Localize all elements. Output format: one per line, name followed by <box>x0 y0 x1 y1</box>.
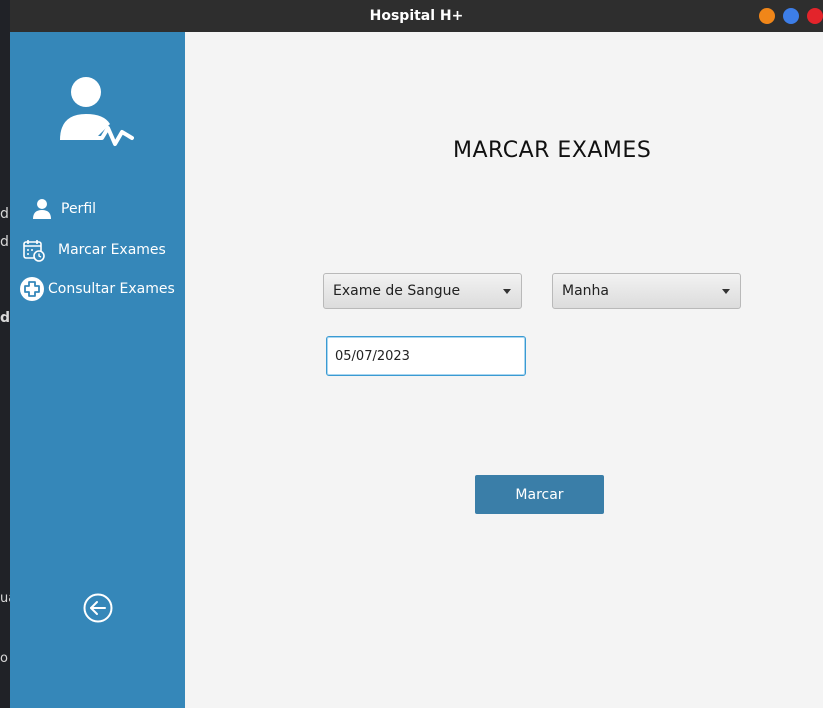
marcar-button[interactable]: Marcar <box>475 475 604 514</box>
page-title: MARCAR EXAMES <box>453 138 652 163</box>
select-value: Exame de Sangue <box>333 283 461 299</box>
app-window: Hospital H+ Perfil Marcar Exames Consult… <box>10 0 823 708</box>
arrow-left-circle-icon[interactable] <box>82 592 114 624</box>
sidebar-item-perfil[interactable]: Perfil <box>32 198 96 220</box>
main-content: MARCAR EXAMES Exame de Sangue Manha Marc… <box>185 32 823 708</box>
sidebar-item-label: Marcar Exames <box>58 242 166 258</box>
exam-type-select[interactable]: Exame de Sangue <box>323 273 522 309</box>
sidebar-item-consultar-exames[interactable]: Consultar Exames <box>19 276 175 302</box>
window-title: Hospital H+ <box>369 8 464 24</box>
chevron-down-icon <box>503 289 511 294</box>
sidebar-item-label: Consultar Exames <box>48 281 175 297</box>
chevron-down-icon <box>722 289 730 294</box>
background-text-fragment: d <box>0 206 9 222</box>
doctor-heartbeat-icon <box>60 77 134 146</box>
sidebar-item-marcar-exames[interactable]: Marcar Exames <box>22 238 166 262</box>
title-bar[interactable]: Hospital H+ <box>10 0 823 32</box>
calendar-clock-icon <box>23 240 45 262</box>
sidebar: Perfil Marcar Exames Consultar Exames <box>10 32 185 708</box>
maximize-button[interactable] <box>783 8 799 24</box>
date-input[interactable] <box>326 336 526 376</box>
close-button[interactable] <box>807 8 823 24</box>
user-icon <box>33 199 51 219</box>
select-value: Manha <box>562 283 609 299</box>
sidebar-item-label: Perfil <box>61 201 97 217</box>
minimize-button[interactable] <box>759 8 775 24</box>
period-select[interactable]: Manha <box>552 273 741 309</box>
plus-circle-icon <box>20 277 44 301</box>
